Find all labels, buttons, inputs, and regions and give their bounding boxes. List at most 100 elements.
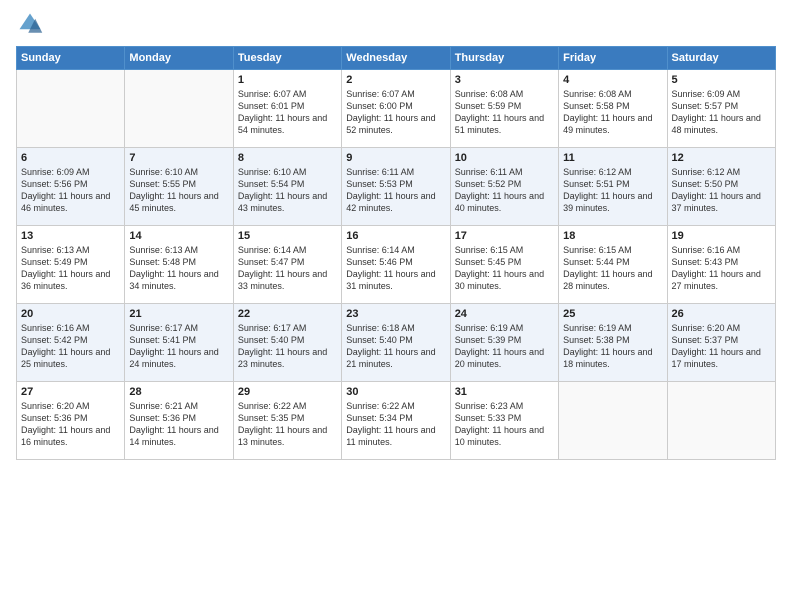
day-number: 2	[346, 74, 445, 86]
day-number: 13	[21, 230, 120, 242]
week-row-4: 20Sunrise: 6:16 AMSunset: 5:42 PMDayligh…	[17, 304, 776, 382]
cell-20: 20Sunrise: 6:16 AMSunset: 5:42 PMDayligh…	[17, 304, 125, 382]
cell-content: Sunrise: 6:15 AMSunset: 5:45 PMDaylight:…	[455, 244, 554, 293]
cell-3: 3Sunrise: 6:08 AMSunset: 5:59 PMDaylight…	[450, 70, 558, 148]
cell-1: 1 Sunrise: 6:07 AMSunset: 6:01 PMDaylight…	[233, 70, 341, 148]
cell-content: Sunrise: 6:17 AMSunset: 5:41 PMDaylight:…	[129, 322, 228, 371]
cell-23: 23 Sunrise: 6:18 AMSunset: 5:40 PMDayligh…	[342, 304, 450, 382]
cell-content: Sunrise: 6:07 AMSunset: 6:00 PMDaylight:…	[346, 88, 445, 137]
day-number: 9	[346, 152, 445, 164]
cell-28: 28Sunrise: 6:21 AMSunset: 5:36 PMDayligh…	[125, 382, 233, 460]
cell-content: Sunrise: 6:14 AMSunset: 5:46 PMDaylight:…	[346, 244, 445, 293]
day-number: 26	[672, 308, 771, 320]
day-number: 14	[129, 230, 228, 242]
day-number: 11	[563, 152, 662, 164]
cell-content: Sunrise: 6:12 AMSunset: 5:51 PMDaylight:…	[563, 166, 662, 215]
day-number: 22	[238, 308, 337, 320]
day-number: 25	[563, 308, 662, 320]
cell-content: Sunrise: 6:12 AMSunset: 5:50 PMDaylight:…	[672, 166, 771, 215]
day-header-thursday: Thursday	[450, 47, 558, 70]
cell-content: Sunrise: 6:20 AMSunset: 5:36 PMDaylight:…	[21, 400, 120, 449]
cell-content: Sunrise: 6:13 AMSunset: 5:48 PMDaylight:…	[129, 244, 228, 293]
day-number: 5	[672, 74, 771, 86]
cell-25: 25 Sunrise: 6:19 AMSunset: 5:38 PMDayligh…	[559, 304, 667, 382]
cell-6: 6Sunrise: 6:09 AMSunset: 5:56 PMDaylight…	[17, 148, 125, 226]
cell-21: 21 Sunrise: 6:17 AMSunset: 5:41 PMDayligh…	[125, 304, 233, 382]
day-number: 19	[672, 230, 771, 242]
day-number: 23	[346, 308, 445, 320]
cell-27: 27 Sunrise: 6:20 AMSunset: 5:36 PMDayligh…	[17, 382, 125, 460]
cell-content: Sunrise: 6:10 AMSunset: 5:54 PMDaylight:…	[238, 166, 337, 215]
cell-content: Sunrise: 6:07 AMSunset: 6:01 PMDaylight:…	[238, 88, 337, 137]
day-number: 17	[455, 230, 554, 242]
cell-14: 14 Sunrise: 6:13 AMSunset: 5:48 PMDayligh…	[125, 226, 233, 304]
header	[16, 10, 776, 38]
calendar-page: SundayMondayTuesdayWednesdayThursdayFrid…	[0, 0, 792, 612]
cell-content: Sunrise: 6:17 AMSunset: 5:40 PMDaylight:…	[238, 322, 337, 371]
cell-17: 17 Sunrise: 6:15 AMSunset: 5:45 PMDayligh…	[450, 226, 558, 304]
day-number: 4	[563, 74, 662, 86]
cell-31: 31 Sunrise: 6:23 AMSunset: 5:33 PMDayligh…	[450, 382, 558, 460]
cell-10: 10 Sunrise: 6:11 AMSunset: 5:52 PMDayligh…	[450, 148, 558, 226]
cell-24: 24 Sunrise: 6:19 AMSunset: 5:39 PMDayligh…	[450, 304, 558, 382]
week-row-5: 27 Sunrise: 6:20 AMSunset: 5:36 PMDayligh…	[17, 382, 776, 460]
day-number: 29	[238, 386, 337, 398]
day-header-saturday: Saturday	[667, 47, 775, 70]
cell-content: Sunrise: 6:11 AMSunset: 5:52 PMDaylight:…	[455, 166, 554, 215]
header-row: SundayMondayTuesdayWednesdayThursdayFrid…	[17, 47, 776, 70]
day-number: 30	[346, 386, 445, 398]
cell-content: Sunrise: 6:08 AMSunset: 5:59 PMDaylight:…	[455, 88, 554, 137]
cell-12: 12Sunrise: 6:12 AMSunset: 5:50 PMDayligh…	[667, 148, 775, 226]
day-number: 28	[129, 386, 228, 398]
week-row-1: 1 Sunrise: 6:07 AMSunset: 6:01 PMDaylight…	[17, 70, 776, 148]
logo	[16, 10, 48, 38]
cell-content: Sunrise: 6:23 AMSunset: 5:33 PMDaylight:…	[455, 400, 554, 449]
cell-13: 13 Sunrise: 6:13 AMSunset: 5:49 PMDayligh…	[17, 226, 125, 304]
cell-empty	[667, 382, 775, 460]
cell-5: 5 Sunrise: 6:09 AMSunset: 5:57 PMDaylight…	[667, 70, 775, 148]
cell-content: Sunrise: 6:19 AMSunset: 5:38 PMDaylight:…	[563, 322, 662, 371]
cell-18: 18 Sunrise: 6:15 AMSunset: 5:44 PMDayligh…	[559, 226, 667, 304]
day-header-wednesday: Wednesday	[342, 47, 450, 70]
day-number: 15	[238, 230, 337, 242]
cell-content: Sunrise: 6:09 AMSunset: 5:57 PMDaylight:…	[672, 88, 771, 137]
day-number: 18	[563, 230, 662, 242]
cell-content: Sunrise: 6:14 AMSunset: 5:47 PMDaylight:…	[238, 244, 337, 293]
day-number: 24	[455, 308, 554, 320]
day-header-tuesday: Tuesday	[233, 47, 341, 70]
day-number: 31	[455, 386, 554, 398]
day-number: 8	[238, 152, 337, 164]
cell-content: Sunrise: 6:18 AMSunset: 5:40 PMDaylight:…	[346, 322, 445, 371]
day-number: 10	[455, 152, 554, 164]
cell-16: 16 Sunrise: 6:14 AMSunset: 5:46 PMDayligh…	[342, 226, 450, 304]
day-number: 7	[129, 152, 228, 164]
cell-content: Sunrise: 6:22 AMSunset: 5:35 PMDaylight:…	[238, 400, 337, 449]
cell-22: 22 Sunrise: 6:17 AMSunset: 5:40 PMDayligh…	[233, 304, 341, 382]
cell-29: 29 Sunrise: 6:22 AMSunset: 5:35 PMDayligh…	[233, 382, 341, 460]
day-number: 27	[21, 386, 120, 398]
cell-8: 8 Sunrise: 6:10 AMSunset: 5:54 PMDaylight…	[233, 148, 341, 226]
cell-content: Sunrise: 6:22 AMSunset: 5:34 PMDaylight:…	[346, 400, 445, 449]
cell-content: Sunrise: 6:19 AMSunset: 5:39 PMDaylight:…	[455, 322, 554, 371]
week-row-2: 6Sunrise: 6:09 AMSunset: 5:56 PMDaylight…	[17, 148, 776, 226]
day-number: 16	[346, 230, 445, 242]
cell-empty	[559, 382, 667, 460]
day-number: 21	[129, 308, 228, 320]
day-number: 20	[21, 308, 120, 320]
day-header-monday: Monday	[125, 47, 233, 70]
cell-content: Sunrise: 6:13 AMSunset: 5:49 PMDaylight:…	[21, 244, 120, 293]
cell-7: 7Sunrise: 6:10 AMSunset: 5:55 PMDaylight…	[125, 148, 233, 226]
cell-11: 11 Sunrise: 6:12 AMSunset: 5:51 PMDayligh…	[559, 148, 667, 226]
cell-content: Sunrise: 6:16 AMSunset: 5:43 PMDaylight:…	[672, 244, 771, 293]
logo-icon	[16, 10, 44, 38]
cell-content: Sunrise: 6:15 AMSunset: 5:44 PMDaylight:…	[563, 244, 662, 293]
cell-empty	[17, 70, 125, 148]
cell-4: 4 Sunrise: 6:08 AMSunset: 5:58 PMDaylight…	[559, 70, 667, 148]
cell-26: 26Sunrise: 6:20 AMSunset: 5:37 PMDayligh…	[667, 304, 775, 382]
cell-content: Sunrise: 6:11 AMSunset: 5:53 PMDaylight:…	[346, 166, 445, 215]
cell-15: 15 Sunrise: 6:14 AMSunset: 5:47 PMDayligh…	[233, 226, 341, 304]
cell-30: 30 Sunrise: 6:22 AMSunset: 5:34 PMDayligh…	[342, 382, 450, 460]
day-number: 1	[238, 74, 337, 86]
calendar-table: SundayMondayTuesdayWednesdayThursdayFrid…	[16, 46, 776, 460]
cell-content: Sunrise: 6:08 AMSunset: 5:58 PMDaylight:…	[563, 88, 662, 137]
